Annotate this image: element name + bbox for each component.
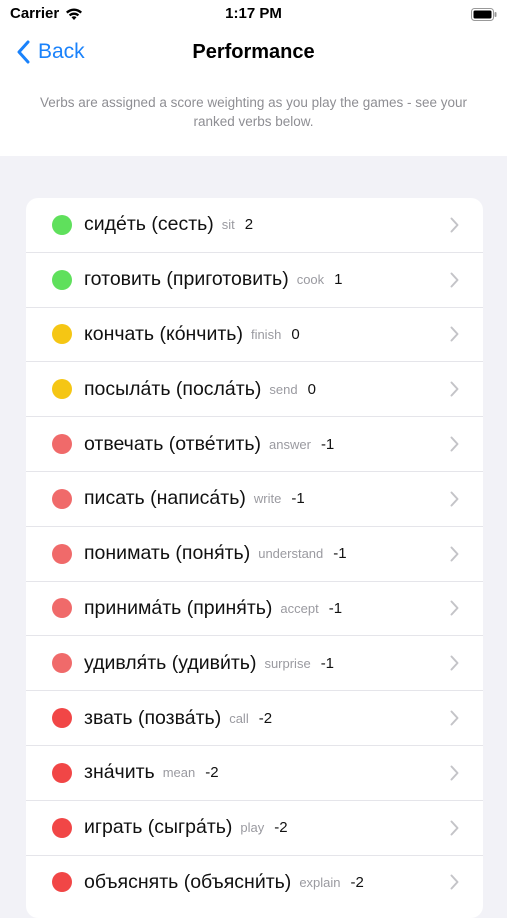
- score-value: -2: [258, 709, 273, 727]
- score-status-dot: [52, 762, 72, 783]
- list-item[interactable]: играть (сыгра́ть) play -2: [26, 801, 483, 856]
- list-item[interactable]: понимать (поня́ть) understand -1: [26, 527, 483, 582]
- verb-row-content: кончать (ко́нчить) finish 0: [84, 308, 300, 362]
- score-status-dot: [52, 598, 72, 619]
- verb-row-content: готовить (приготовить) cook 1: [84, 253, 343, 307]
- translation-label: cook: [296, 272, 325, 288]
- verb-label: готовить (приготовить): [84, 268, 289, 291]
- description-text: Verbs are assigned a score weighting as …: [40, 95, 467, 129]
- translation-label: accept: [280, 600, 319, 616]
- score-status-dot: [52, 214, 72, 235]
- page-title: Performance: [192, 41, 315, 63]
- list-item[interactable]: звать (позва́ть) call -2: [26, 691, 483, 746]
- chevron-right-icon: [450, 381, 459, 397]
- score-status-dot: [52, 817, 72, 838]
- verb-row-content: сиде́ть (сесть) sit 2: [84, 198, 253, 252]
- verb-row-content: принима́ть (приня́ть) accept -1: [84, 582, 342, 636]
- verb-label: сиде́ть (сесть): [84, 213, 214, 236]
- list-item[interactable]: зна́чить mean -2: [26, 746, 483, 801]
- verb-row-content: писать (написа́ть) write -1: [84, 472, 305, 526]
- verb-row-content: понимать (поня́ть) understand -1: [84, 527, 347, 581]
- verb-row-content: объяснять (объясни́ть) explain -2: [84, 856, 364, 910]
- score-value: -1: [328, 599, 343, 617]
- translation-label: sit: [221, 217, 235, 233]
- verb-label: писать (написа́ть): [84, 487, 246, 510]
- chevron-right-icon: [450, 710, 459, 726]
- translation-label: mean: [162, 765, 196, 781]
- list-item[interactable]: сиде́ть (сесть) sit 2: [26, 198, 483, 253]
- score-status-dot: [52, 488, 72, 509]
- translation-label: explain: [299, 874, 341, 890]
- verb-row-content: посыла́ть (посла́ть) send 0: [84, 362, 316, 416]
- chevron-right-icon: [450, 546, 459, 562]
- description-panel: Verbs are assigned a score weighting as …: [0, 82, 507, 156]
- score-value: -1: [320, 435, 335, 453]
- verb-label: посыла́ть (посла́ть): [84, 377, 262, 400]
- verb-row-content: удивля́ть (удиви́ть) surprise -1: [84, 636, 334, 690]
- status-bar: Carrier 1:17 PM: [0, 0, 507, 30]
- score-value: -1: [291, 490, 305, 508]
- chevron-right-icon: [450, 820, 459, 836]
- verb-label: удивля́ть (удиви́ть): [84, 651, 257, 674]
- score-value: -2: [350, 873, 364, 891]
- verb-label: отвечать (отве́тить): [84, 432, 262, 455]
- verb-label: играть (сыгра́ть): [84, 816, 233, 839]
- chevron-right-icon: [450, 600, 459, 616]
- status-time: 1:17 PM: [225, 5, 282, 22]
- list-item[interactable]: объяснять (объясни́ть) explain -2: [26, 856, 483, 910]
- translation-label: surprise: [264, 655, 311, 671]
- chevron-right-icon: [450, 272, 459, 288]
- score-value: -1: [320, 654, 335, 672]
- score-status-dot: [52, 653, 72, 674]
- verb-list: сиде́ть (сесть) sit 2 готовить (приготовить…: [26, 198, 483, 918]
- translation-label: play: [240, 820, 265, 836]
- verb-row-content: зна́чить mean -2: [84, 746, 219, 800]
- list-item[interactable]: писать (написа́ть) write -1: [26, 472, 483, 527]
- score-status-dot: [52, 379, 72, 400]
- verb-label: принима́ть (приня́ть): [84, 596, 273, 619]
- score-status-dot: [52, 543, 72, 564]
- verb-label: зна́чить: [84, 761, 155, 784]
- score-value: -1: [333, 545, 347, 563]
- list-item[interactable]: посыла́ть (посла́ть) send 0: [26, 362, 483, 418]
- score-status-dot: [52, 324, 72, 345]
- translation-label: finish: [250, 326, 282, 342]
- list-item[interactable]: готовить (приготовить) cook 1: [26, 253, 483, 308]
- chevron-right-icon: [450, 436, 459, 452]
- verb-label: понимать (поня́ть): [84, 542, 251, 565]
- score-value: -2: [274, 819, 288, 837]
- translation-label: understand: [258, 546, 324, 562]
- list-item[interactable]: отвечать (отве́тить) answer -1: [26, 417, 483, 472]
- list-item[interactable]: кончать (ко́нчить) finish 0: [26, 308, 483, 363]
- verb-label: объяснять (объясни́ть): [84, 870, 292, 893]
- score-value: 0: [307, 380, 316, 398]
- verb-label: звать (позва́ть): [84, 706, 222, 729]
- verb-row-content: отвечать (отве́тить) answer -1: [84, 417, 334, 471]
- navigation-bar: Back Performance: [0, 30, 507, 82]
- verb-label: кончать (ко́нчить): [84, 322, 243, 345]
- verb-row-content: звать (позва́ть) call -2: [84, 691, 272, 745]
- score-status-dot: [52, 269, 72, 290]
- score-status-dot: [52, 708, 72, 729]
- chevron-right-icon: [450, 491, 459, 507]
- battery-icon: [471, 8, 497, 21]
- translation-label: call: [229, 710, 249, 726]
- score-value: 0: [291, 325, 300, 343]
- translation-label: send: [269, 381, 298, 397]
- score-status-dot: [52, 434, 72, 455]
- chevron-right-icon: [450, 765, 459, 781]
- score-value: 2: [244, 216, 254, 234]
- chevron-right-icon: [450, 217, 459, 233]
- translation-label: write: [253, 491, 282, 507]
- chevron-right-icon: [450, 874, 459, 890]
- score-value: 1: [334, 271, 343, 289]
- chevron-right-icon: [450, 655, 459, 671]
- score-value: -2: [205, 764, 219, 782]
- list-item[interactable]: удивля́ть (удиви́ть) surprise -1: [26, 636, 483, 692]
- chevron-right-icon: [450, 326, 459, 342]
- translation-label: answer: [269, 436, 311, 452]
- verb-row-content: играть (сыгра́ть) play -2: [84, 801, 288, 855]
- score-status-dot: [52, 872, 72, 893]
- list-item[interactable]: принима́ть (приня́ть) accept -1: [26, 582, 483, 637]
